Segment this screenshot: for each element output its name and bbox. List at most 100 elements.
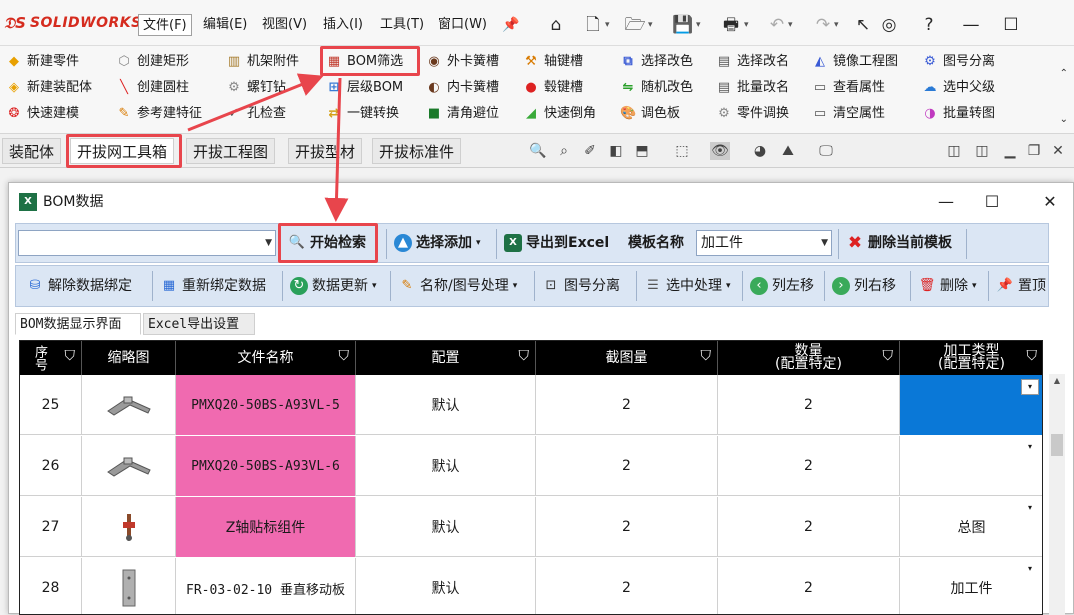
new-assembly-button[interactable]: ◈ 新建装配体 [6,76,92,100]
scroll-thumb[interactable] [1051,434,1063,456]
menu-insert[interactable]: 插入(I) [319,14,367,36]
new-document-icon[interactable]: 🗋 [582,14,604,36]
menu-file[interactable]: 文件(F) [138,14,192,36]
filter-icon[interactable]: ⛉ [883,349,894,363]
new-part-button[interactable]: ◆ 新建零件 [6,50,79,74]
display-style-icon[interactable]: ⬚ [672,142,692,160]
redo-dropdown-icon[interactable]: ▾ [834,14,839,36]
hub-keyway-button[interactable]: ● 毂键槽 [523,76,583,100]
quick-model-button[interactable]: ❂ 快速建模 [6,102,79,126]
row-qty[interactable]: 2 [718,436,900,496]
col-header-qty[interactable]: 数量 (配置特定) ⛉ [718,341,900,375]
clear-props-button[interactable]: ▭ 清空属性 [812,102,885,126]
tab-kaiba-profile[interactable]: 开拔型材 [288,138,363,164]
rebind-data-button[interactable]: ▦ 重新绑定数据 [156,270,270,302]
row-process-type[interactable]: ▾ [900,436,1042,496]
table-row[interactable]: 27 Z轴贴标组件 默认 2 2 总图 ▾ [20,497,1042,557]
hide-show-icon[interactable]: 👁 [710,142,730,160]
row-filename[interactable]: Z轴贴标组件 [176,497,356,557]
frame-attach-button[interactable]: ▥ 机架附件 [226,50,299,74]
menu-tools[interactable]: 工具(T) [376,14,428,36]
col-header-filename[interactable]: 文件名称 ⛉ [176,341,356,375]
filter-icon[interactable]: ⛉ [519,349,530,363]
help-icon[interactable]: ? [918,14,940,36]
hole-check-button[interactable]: ✓ 孔检查 [226,102,286,126]
ribbon-scroll-down-icon[interactable]: ⌄ [1060,114,1068,125]
undo-icon[interactable]: ↶ [766,14,788,36]
scene-icon[interactable]: ⛰ [778,142,798,160]
delete-dropdown-icon[interactable]: ▾ [972,270,977,302]
filter-icon[interactable]: ⛉ [339,349,350,363]
panel-tile-icon[interactable]: ◫ [972,142,992,160]
row-filename[interactable]: FR-03-02-10 垂直移动板 [176,558,356,614]
dropdown-icon[interactable]: ▾ [1021,562,1039,578]
search-combo[interactable]: ▼ [18,230,276,256]
col-header-cut-qty[interactable]: 截图量 ⛉ [536,341,718,375]
row-qty[interactable]: 2 [718,558,900,614]
pin-icon[interactable]: 📌 [500,14,522,36]
cursor-icon[interactable]: ↖ [852,14,874,36]
col-header-thumb[interactable]: 缩略图 [82,341,176,375]
appearance-icon[interactable]: ◕ [750,142,770,160]
name-process-dropdown-icon[interactable]: ▾ [513,270,518,302]
column-right-button[interactable]: › 列右移 [828,270,900,302]
filter-icon[interactable]: ⛉ [701,349,712,363]
one-click-convert-button[interactable]: ⇄ 一键转换 [326,102,399,126]
panel-restore-icon[interactable]: ◫ [944,142,964,160]
create-rect-button[interactable]: ⬡ 创建矩形 [116,50,189,74]
tab-bom-display[interactable]: BOM数据显示界面 [15,313,141,335]
quick-chamfer-button[interactable]: ◢ 快速倒角 [523,102,596,126]
row-config[interactable]: 默认 [356,375,536,435]
drawing-split-button[interactable]: ⚙ 图号分离 [922,50,995,74]
dropdown-icon[interactable]: ▾ [1021,501,1039,517]
ref-feature-button[interactable]: ✎ 参考建特征 [116,102,202,126]
delete-button[interactable]: 🗑 删除 ▾ [914,270,981,302]
print-dropdown-icon[interactable]: ▾ [744,14,749,36]
filter-icon[interactable]: ⛉ [1027,349,1038,363]
clear-corner-button[interactable]: ■ 清角避位 [426,102,499,126]
row-cut-qty[interactable]: 2 [536,558,718,614]
template-dropdown-icon[interactable]: ▼ [821,231,828,255]
delete-template-button[interactable]: ✖ 删除当前模板 [842,227,956,259]
select-add-button[interactable]: ▲ 选择添加 ▾ [390,227,485,259]
select-rename-button[interactable]: ▤ 选择改名 [716,50,789,74]
zoom-area-icon[interactable]: ⌕ [554,142,574,160]
pan-icon[interactable]: ✐ [580,142,600,160]
update-dropdown-icon[interactable]: ▾ [372,270,377,302]
print-icon[interactable]: 🖶 [720,14,742,36]
row-cut-qty[interactable]: 2 [536,375,718,435]
col-header-seq[interactable]: 序号 ⛉ [20,341,82,375]
selected-process-dropdown-icon[interactable]: ▾ [726,270,731,302]
user-icon[interactable]: ◎ [878,14,900,36]
panel-maximize-icon[interactable]: ❐ [1024,142,1044,160]
name-drawing-process-button[interactable]: ✎ 名称/图号处理 ▾ [394,270,521,302]
bom-maximize-icon[interactable]: ☐ [977,191,1007,213]
minimize-icon[interactable]: — [960,14,982,36]
row-process-type[interactable]: 总图 ▾ [900,497,1042,557]
palette-button[interactable]: 🎨 调色板 [620,102,680,126]
outer-snap-groove-button[interactable]: ◉ 外卡簧槽 [426,50,499,74]
data-update-button[interactable]: ↻ 数据更新 ▾ [286,270,381,302]
panel-close-icon[interactable]: ✕ [1048,142,1068,160]
mirror-drawing-button[interactable]: ◭ 镜像工程图 [812,50,898,74]
tab-kaiba-standard[interactable]: 开拔标准件 [372,138,462,164]
zoom-fit-icon[interactable]: 🔍 [528,142,548,160]
home-icon[interactable]: ⌂ [545,14,567,36]
section-view-icon[interactable]: ◧ [606,142,626,160]
tab-excel-export[interactable]: Excel导出设置 [143,313,255,335]
tab-assembly[interactable]: 装配体 [2,138,62,164]
select-parent-button[interactable]: ☁ 选中父级 [922,76,996,100]
column-left-button[interactable]: ‹ 列左移 [746,270,818,302]
redo-icon[interactable]: ↷ [812,14,834,36]
row-filename[interactable]: PMXQ20-50BS-A93VL-5 [176,375,356,435]
export-excel-button[interactable]: X 导出到Excel [500,227,613,259]
dropdown-icon[interactable]: ▾ [1021,379,1039,395]
table-row[interactable]: 28 FR-03-02-10 垂直移动板 默认 2 2 加工件 ▾ [20,558,1042,614]
undo-dropdown-icon[interactable]: ▾ [788,14,793,36]
row-filename[interactable]: PMXQ20-50BS-A93VL-6 [176,436,356,496]
template-select[interactable]: 加工件 ▼ [696,230,832,256]
row-process-type[interactable]: 加工件 ▾ [900,558,1042,614]
batch-convert-button[interactable]: ◑ 批量转图 [922,102,995,126]
screw-drill-button[interactable]: ⚙ 螺钉钻 [226,76,286,100]
row-config[interactable]: 默认 [356,558,536,614]
